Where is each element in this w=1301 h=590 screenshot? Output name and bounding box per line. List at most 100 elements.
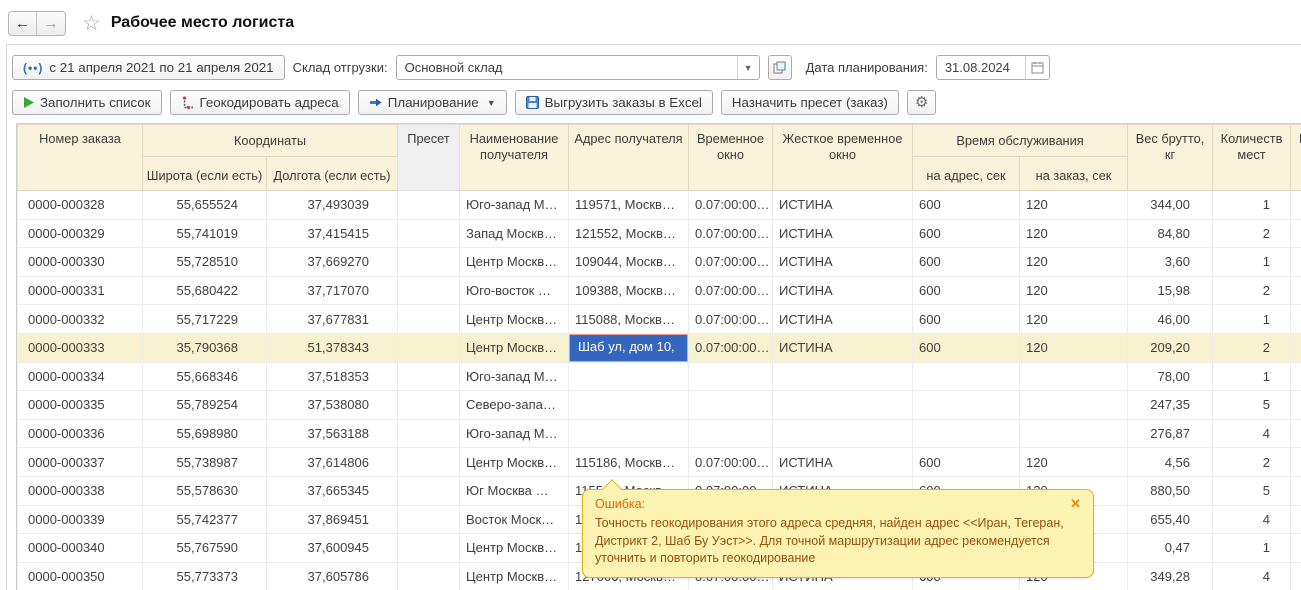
col-header-recipient-address[interactable]: Адрес получателя <box>569 125 689 191</box>
cell-latitude[interactable]: 55,728510 <box>143 248 267 277</box>
cell-preset[interactable] <box>398 448 460 477</box>
cell-latitude[interactable]: 35,790368 <box>143 333 267 362</box>
cell-preset[interactable] <box>398 248 460 277</box>
cell-longitude[interactable]: 37,563188 <box>267 419 398 448</box>
cell-hard-time-window[interactable] <box>773 391 913 420</box>
cell-order-number[interactable]: 0000-000350 <box>18 562 143 590</box>
cell-places-count[interactable]: 2 <box>1213 333 1291 362</box>
cell-extra[interactable] <box>1291 562 1301 590</box>
cell-extra[interactable] <box>1291 534 1301 563</box>
table-row[interactable]: 0000-00033555,78925437,538080Северо-запа… <box>18 391 1301 420</box>
cell-extra[interactable] <box>1291 276 1301 305</box>
cell-extra[interactable] <box>1291 476 1301 505</box>
cell-hard-time-window[interactable]: ИСТИНА <box>773 305 913 334</box>
cell-places-count[interactable]: 1 <box>1213 534 1291 563</box>
calendar-button[interactable] <box>1025 56 1049 79</box>
cell-places-count[interactable]: 1 <box>1213 248 1291 277</box>
warehouse-combobox[interactable]: Основной склад ▼ <box>396 55 760 80</box>
cell-hard-time-window[interactable]: ИСТИНА <box>773 248 913 277</box>
cell-preset[interactable] <box>398 419 460 448</box>
cell-longitude[interactable]: 37,665345 <box>267 476 398 505</box>
cell-longitude[interactable]: 37,518353 <box>267 362 398 391</box>
cell-extra[interactable] <box>1291 505 1301 534</box>
cell-service-per-address[interactable] <box>913 391 1020 420</box>
cell-places-count[interactable]: 4 <box>1213 562 1291 590</box>
cell-recipient-address[interactable]: 109044, Москв… <box>569 248 689 277</box>
cell-time-window[interactable]: 0.07:00:00… <box>689 333 773 362</box>
cell-places-count[interactable]: 1 <box>1213 191 1291 220</box>
cell-order-number[interactable]: 0000-000340 <box>18 534 143 563</box>
cell-extra[interactable] <box>1291 448 1301 477</box>
cell-hard-time-window[interactable]: ИСТИНА <box>773 191 913 220</box>
cell-gross-weight[interactable]: 15,98 <box>1128 276 1213 305</box>
table-row[interactable]: 0000-00032955,74101937,415415Запад Москв… <box>18 219 1301 248</box>
cell-longitude[interactable]: 37,717070 <box>267 276 398 305</box>
cell-hard-time-window[interactable]: ИСТИНА <box>773 219 913 248</box>
cell-gross-weight[interactable]: 46,00 <box>1128 305 1213 334</box>
cell-recipient-address[interactable] <box>569 391 689 420</box>
cell-service-per-order[interactable]: 120 <box>1020 276 1128 305</box>
col-header-coordinates[interactable]: Координаты <box>143 125 398 157</box>
cell-places-count[interactable]: 5 <box>1213 391 1291 420</box>
cell-recipient-name[interactable]: Юго-восток … <box>460 276 569 305</box>
cell-extra[interactable] <box>1291 219 1301 248</box>
cell-gross-weight[interactable]: 84,80 <box>1128 219 1213 248</box>
cell-recipient-name[interactable]: Центр Москв… <box>460 333 569 362</box>
cell-order-number[interactable]: 0000-000338 <box>18 476 143 505</box>
cell-order-number[interactable]: 0000-000333 <box>18 333 143 362</box>
cell-places-count[interactable]: 4 <box>1213 505 1291 534</box>
cell-latitude[interactable]: 55,717229 <box>143 305 267 334</box>
table-row[interactable]: 0000-00033335,79036851,378343 Центр Москв… <box>18 333 1301 362</box>
cell-service-per-address[interactable]: 600 <box>913 219 1020 248</box>
cell-hard-time-window[interactable] <box>773 419 913 448</box>
table-row[interactable]: 0000-00033155,68042237,717070Юго-восток … <box>18 276 1301 305</box>
cell-time-window[interactable]: 0.07:00:00… <box>689 448 773 477</box>
period-button[interactable]: (••) с 21 апреля 2021 по 21 апреля 2021 <box>12 55 285 80</box>
cell-service-per-order[interactable]: 120 <box>1020 305 1128 334</box>
cell-places-count[interactable]: 5 <box>1213 476 1291 505</box>
cell-time-window[interactable]: 0.07:00:00… <box>689 276 773 305</box>
selected-address-cell[interactable]: Шаб ул, дом 10, <box>569 334 688 362</box>
settings-button[interactable]: ⚙ <box>907 90 936 115</box>
cell-preset[interactable] <box>398 276 460 305</box>
cell-hard-time-window[interactable]: ИСТИНА <box>773 448 913 477</box>
cell-recipient-name[interactable]: Запад Москв… <box>460 219 569 248</box>
close-icon[interactable]: ✕ <box>1070 497 1081 510</box>
cell-gross-weight[interactable]: 4,56 <box>1128 448 1213 477</box>
cell-recipient-name[interactable]: Центр Москв… <box>460 562 569 590</box>
cell-gross-weight[interactable]: 276,87 <box>1128 419 1213 448</box>
cell-time-window[interactable]: 0.07:00:00… <box>689 305 773 334</box>
col-header-hard-time-window[interactable]: Жесткое временное окно <box>773 125 913 191</box>
cell-preset[interactable] <box>398 505 460 534</box>
cell-longitude[interactable]: 37,614806 <box>267 448 398 477</box>
favorite-star-icon[interactable]: ☆ <box>82 13 101 34</box>
cell-extra[interactable] <box>1291 419 1301 448</box>
cell-hard-time-window[interactable]: ИСТИНА <box>773 333 913 362</box>
cell-gross-weight[interactable]: 344,00 <box>1128 191 1213 220</box>
cell-time-window[interactable]: 0.07:00:00… <box>689 191 773 220</box>
col-header-longitude[interactable]: Долгота (если есть) <box>267 157 398 191</box>
cell-order-number[interactable]: 0000-000332 <box>18 305 143 334</box>
cell-longitude[interactable]: 51,378343 <box>267 333 398 362</box>
col-header-time-window[interactable]: Временное окно <box>689 125 773 191</box>
col-header-gross-weight[interactable]: Вес брутто, кг <box>1128 125 1213 191</box>
cell-order-number[interactable]: 0000-000331 <box>18 276 143 305</box>
cell-time-window[interactable]: 0.07:00:00… <box>689 219 773 248</box>
cell-recipient-name[interactable]: Центр Москв… <box>460 534 569 563</box>
table-row[interactable]: 0000-00033055,72851037,669270Центр Москв… <box>18 248 1301 277</box>
cell-gross-weight[interactable]: 247,35 <box>1128 391 1213 420</box>
cell-hard-time-window[interactable]: ИСТИНА <box>773 276 913 305</box>
cell-gross-weight[interactable]: 209,20 <box>1128 333 1213 362</box>
cell-service-per-address[interactable] <box>913 362 1020 391</box>
warehouse-value[interactable]: Основной склад <box>397 56 737 79</box>
cell-recipient-name[interactable]: Юг Москва … <box>460 476 569 505</box>
cell-order-number[interactable]: 0000-000339 <box>18 505 143 534</box>
forward-button[interactable]: → <box>37 12 65 35</box>
cell-service-per-address[interactable]: 600 <box>913 448 1020 477</box>
cell-time-window[interactable] <box>689 419 773 448</box>
table-row[interactable]: 0000-00032855,65552437,493039Юго-запад М… <box>18 191 1301 220</box>
cell-gross-weight[interactable]: 78,00 <box>1128 362 1213 391</box>
col-header-latitude[interactable]: Широта (если есть) <box>143 157 267 191</box>
cell-extra[interactable] <box>1291 333 1301 362</box>
cell-service-per-order[interactable]: 120 <box>1020 333 1128 362</box>
